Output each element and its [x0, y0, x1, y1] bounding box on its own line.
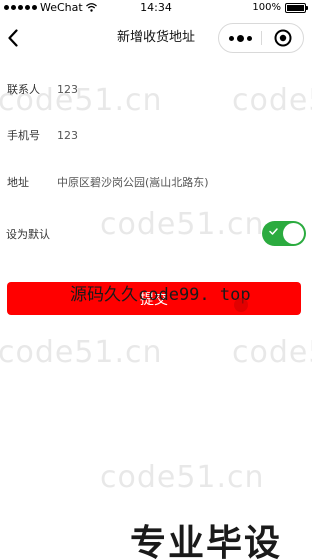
status-bar: WeChat 14:34 100% — [0, 0, 312, 15]
default-toggle[interactable] — [262, 221, 306, 246]
watermark-stamp — [234, 298, 248, 312]
capsule-menu — [218, 23, 304, 53]
contact-row[interactable]: 联系人 123 — [0, 74, 312, 104]
battery-percent: 100% — [252, 2, 281, 13]
contact-label: 联系人 — [7, 83, 40, 96]
watermark: code51.cn — [232, 335, 312, 370]
screen: WeChat 14:34 100% 新增收货地址 code51.cn code … — [0, 0, 312, 560]
more-dots-icon-right — [247, 35, 252, 41]
chevron-left-icon — [8, 29, 18, 47]
check-icon — [269, 228, 278, 235]
status-right: 100% — [252, 0, 308, 15]
more-dots-icon-center — [237, 34, 244, 42]
phone-label: 手机号 — [7, 129, 40, 142]
toggle-knob — [283, 223, 304, 244]
address-picker[interactable]: 中原区碧沙岗公园(嵩山北路东) — [57, 174, 209, 190]
submit-label: 提交 — [140, 291, 168, 308]
close-miniprogram-button[interactable] — [262, 24, 303, 52]
more-button[interactable] — [219, 24, 262, 52]
phone-row[interactable]: 手机号 123 — [0, 120, 312, 150]
phone-input[interactable]: 123 — [57, 129, 78, 142]
nav-bar: 新增收货地址 — [0, 15, 312, 61]
submit-button[interactable]: 提交 — [7, 282, 301, 315]
default-row: 设为默认 — [0, 219, 312, 249]
contact-input[interactable]: 123 — [57, 83, 78, 96]
battery-icon — [285, 2, 308, 13]
address-label: 地址 — [7, 176, 29, 189]
target-circle-icon — [274, 29, 291, 47]
watermark: code51.cn — [0, 335, 163, 370]
bottom-banner-watermark: 专业毕设 — [130, 523, 283, 560]
address-row[interactable]: 地址 中原区碧沙岗公园(嵩山北路东) — [0, 167, 312, 197]
back-button[interactable] — [2, 26, 24, 50]
default-label: 设为默认 — [6, 228, 50, 241]
watermark: code51.cn — [100, 460, 265, 495]
more-dots-icon — [229, 35, 234, 41]
